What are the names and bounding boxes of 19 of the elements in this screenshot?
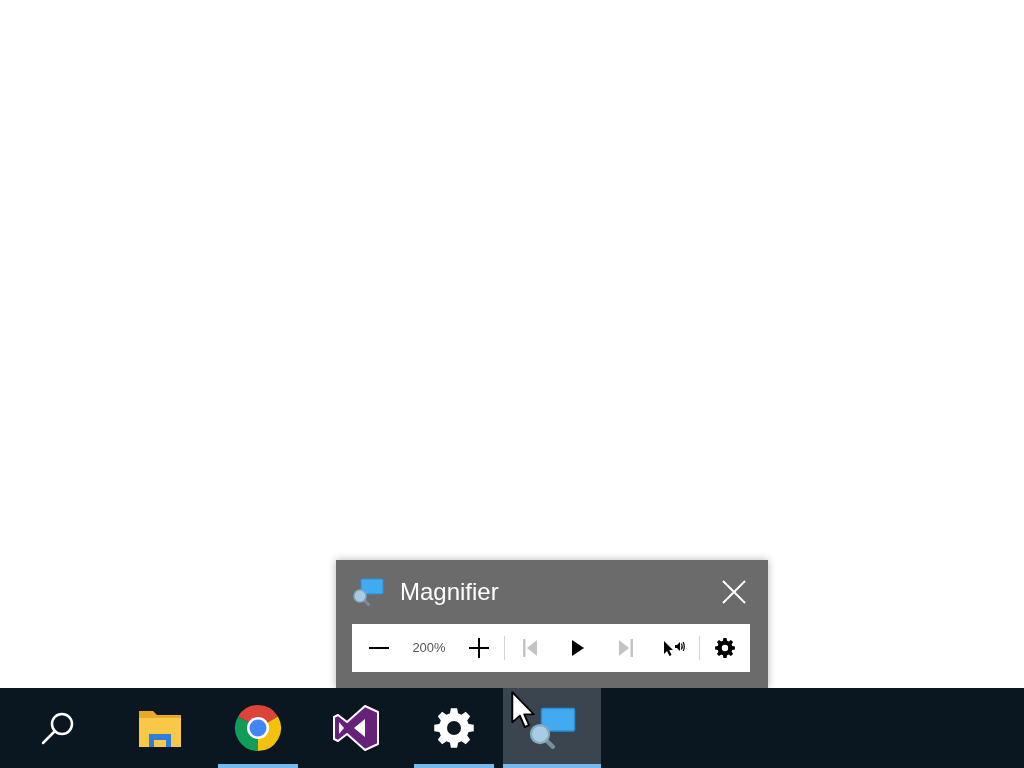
window-title: Magnifier xyxy=(400,580,499,604)
taskbar-button[interactable] xyxy=(503,688,601,768)
close-icon xyxy=(722,580,746,604)
folder-icon xyxy=(138,708,182,748)
skip-back-icon xyxy=(523,639,537,657)
search-icon xyxy=(40,710,76,746)
gear-icon xyxy=(715,638,735,658)
plus-icon xyxy=(469,638,489,658)
settings-icon xyxy=(434,708,474,748)
zoom-level-text: 200% xyxy=(411,639,447,658)
pointer-speaker-icon xyxy=(663,639,685,657)
screen-magnifier-icon xyxy=(352,578,384,606)
bowtie-logo-icon xyxy=(332,704,380,752)
mouse-pointer-icon xyxy=(511,691,536,729)
skip-forward-icon xyxy=(619,639,633,657)
play-icon xyxy=(572,640,584,656)
screen-magnifier-icon xyxy=(528,707,576,749)
minus-icon xyxy=(369,647,389,649)
browser-icon xyxy=(234,704,282,752)
